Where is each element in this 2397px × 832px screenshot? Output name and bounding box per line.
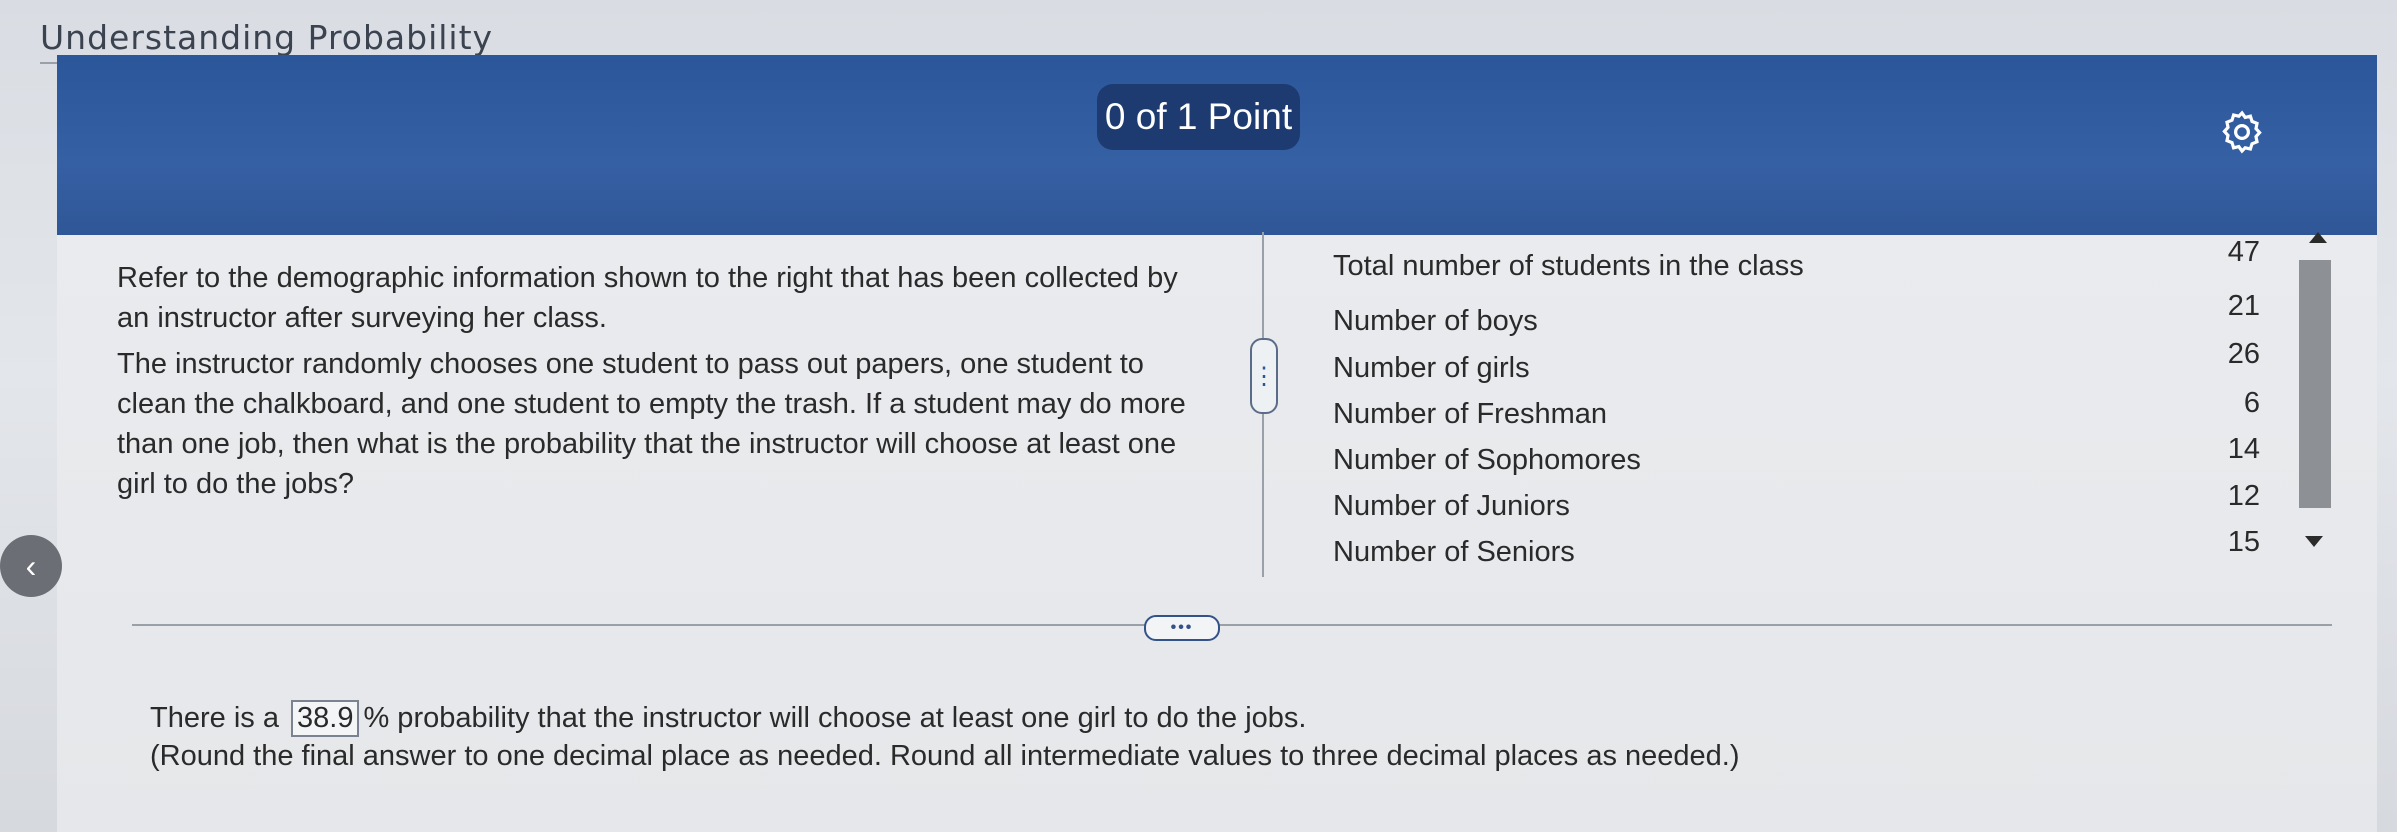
gear-icon[interactable] <box>2218 108 2266 156</box>
resize-handle[interactable]: ⋮ <box>1250 338 1278 414</box>
demographic-label: Number of boys <box>1333 305 1538 337</box>
demographic-label: Number of Sophomores <box>1333 444 1641 476</box>
demographic-value: 26 <box>2227 338 2260 370</box>
answer-suffix: % probability that the instructor will c… <box>363 702 1307 734</box>
demographic-label: Number of Seniors <box>1333 536 1575 568</box>
section-divider <box>132 624 2332 626</box>
answer-prefix: There is a <box>150 702 279 734</box>
scrollbar-thumb[interactable] <box>2299 260 2331 508</box>
demographic-value: 47 <box>2227 236 2260 268</box>
question-paragraph-2: The instructor randomly chooses one stud… <box>117 348 1186 500</box>
scroll-up-arrow-icon[interactable] <box>2309 232 2327 243</box>
question-paragraph-1: Refer to the demographic information sho… <box>117 262 1178 334</box>
rounding-note: (Round the final answer to one decimal p… <box>150 740 1740 772</box>
demographic-label: Total number of students in the class <box>1333 250 1804 282</box>
scroll-down-arrow-icon[interactable] <box>2305 536 2323 547</box>
demographic-value: 14 <box>2227 433 2260 465</box>
demographic-value: 12 <box>2227 480 2260 512</box>
demographic-value: 21 <box>2227 290 2260 322</box>
answer-statement: There is a 38.9% probability that the in… <box>150 700 1306 737</box>
demographic-label: Number of Freshman <box>1333 398 1607 430</box>
question-text: Refer to the demographic information sho… <box>117 258 1187 504</box>
page-title: Understanding Probability <box>40 18 494 57</box>
back-button[interactable]: ‹ <box>0 535 62 597</box>
answer-input[interactable]: 38.9 <box>291 700 360 737</box>
demographic-label: Number of girls <box>1333 352 1530 384</box>
points-badge: 0 of 1 Point <box>1097 84 1300 150</box>
demographic-value: 6 <box>2243 387 2260 419</box>
demographic-label: Number of Juniors <box>1333 490 1570 522</box>
demographic-value: 15 <box>2227 526 2260 558</box>
expand-button[interactable]: ••• <box>1144 615 1220 641</box>
